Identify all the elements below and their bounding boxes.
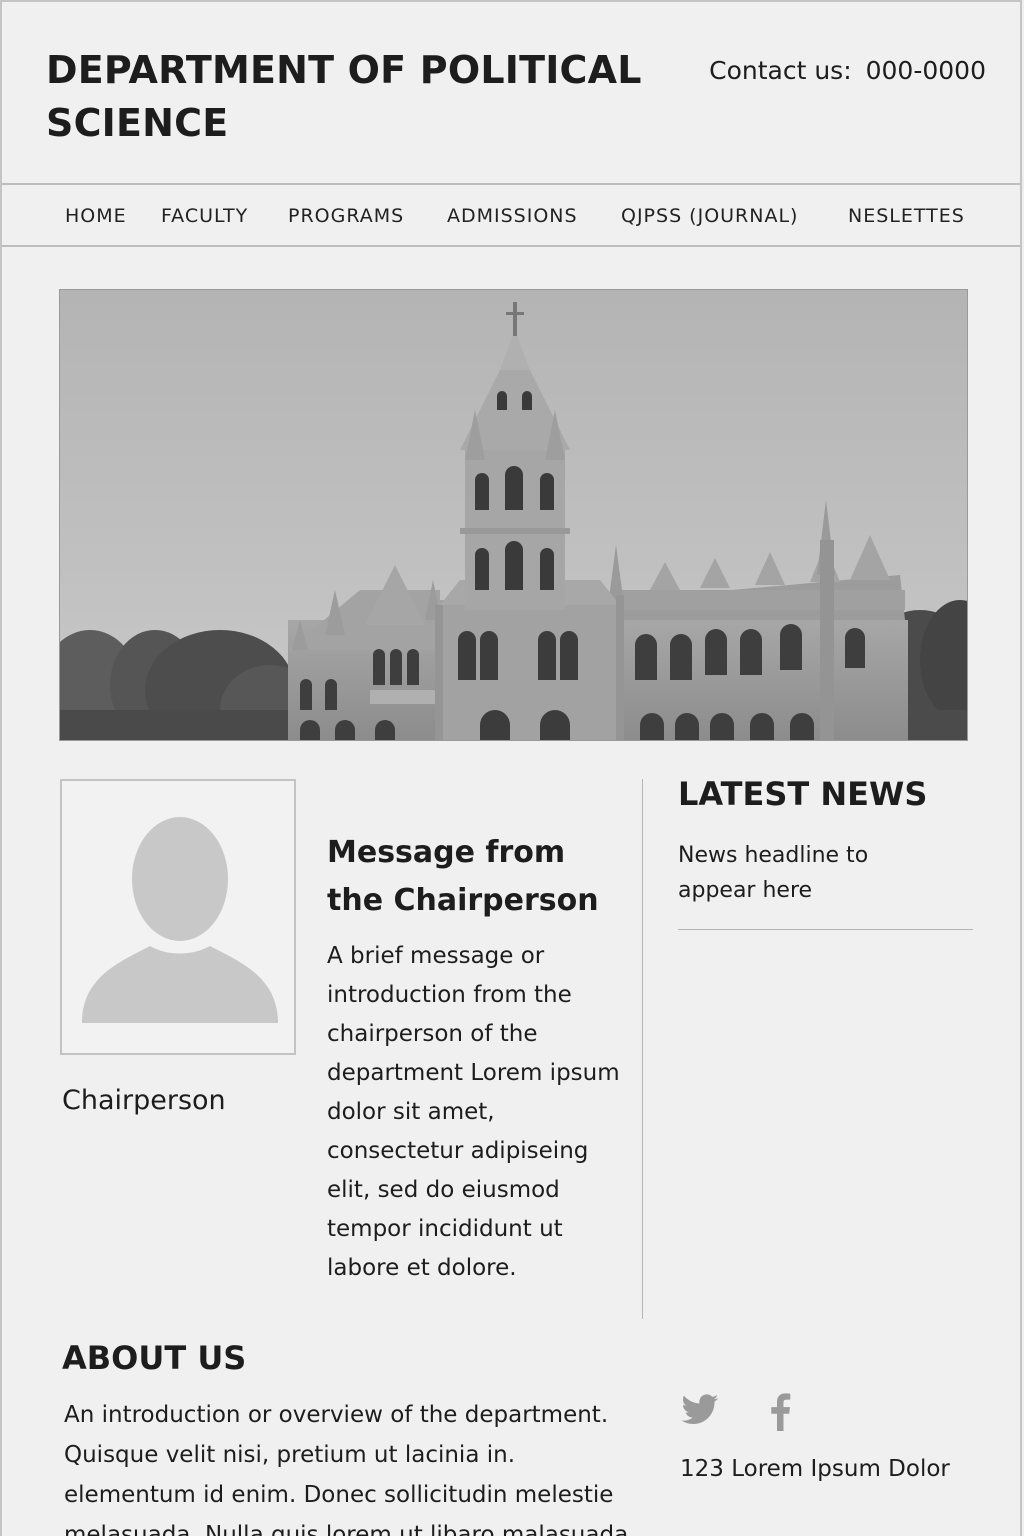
nav-item-admissions[interactable]: ADMISSIONS xyxy=(447,205,578,227)
contact-info: Contact us: 000-0000 xyxy=(709,56,986,85)
chairperson-label: Chairperson xyxy=(62,1085,226,1116)
hero-image xyxy=(59,289,968,741)
about-us-title: ABOUT US xyxy=(62,1339,247,1377)
twitter-icon[interactable] xyxy=(680,1393,720,1429)
nav-item-programs[interactable]: PROGRAMS xyxy=(288,205,404,227)
facebook-icon[interactable] xyxy=(766,1393,794,1431)
latest-news-title: LATEST NEWS xyxy=(678,775,928,813)
chairperson-message-title: Message from the Chairperson xyxy=(327,835,599,918)
news-divider xyxy=(678,929,973,930)
main-nav: HOME FACULTY PROGRAMS ADMISSIONS QJPSS (… xyxy=(2,185,1020,247)
site-title: DEPARTMENT OF POLITICAL SCIENCE xyxy=(46,48,642,145)
person-placeholder-icon xyxy=(82,817,278,1023)
nav-item-home[interactable]: HOME xyxy=(65,205,127,227)
column-divider xyxy=(642,779,643,1319)
news-headline-link[interactable]: News headline to appear here xyxy=(678,838,898,908)
campus-building-illustration xyxy=(60,302,967,740)
chairperson-message-body: A brief message or introduction from the… xyxy=(327,943,620,1281)
nav-item-journal[interactable]: QJPSS (JOURNAL) xyxy=(621,205,798,227)
contact-number[interactable]: 000-0000 xyxy=(866,56,986,85)
chairperson-photo xyxy=(60,779,296,1055)
address-text: 123 Lorem Ipsum Dolor xyxy=(680,1456,950,1482)
site-header: DEPARTMENT OF POLITICAL SCIENCE Contact … xyxy=(2,2,1020,185)
contact-label: Contact us: xyxy=(709,56,852,85)
nav-item-newsletters[interactable]: NESLETTES xyxy=(848,205,965,227)
nav-item-faculty[interactable]: FACULTY xyxy=(161,205,248,227)
page: DEPARTMENT OF POLITICAL SCIENCE Contact … xyxy=(0,0,1022,1536)
about-us-body: An introduction or overview of the depar… xyxy=(64,1402,629,1536)
